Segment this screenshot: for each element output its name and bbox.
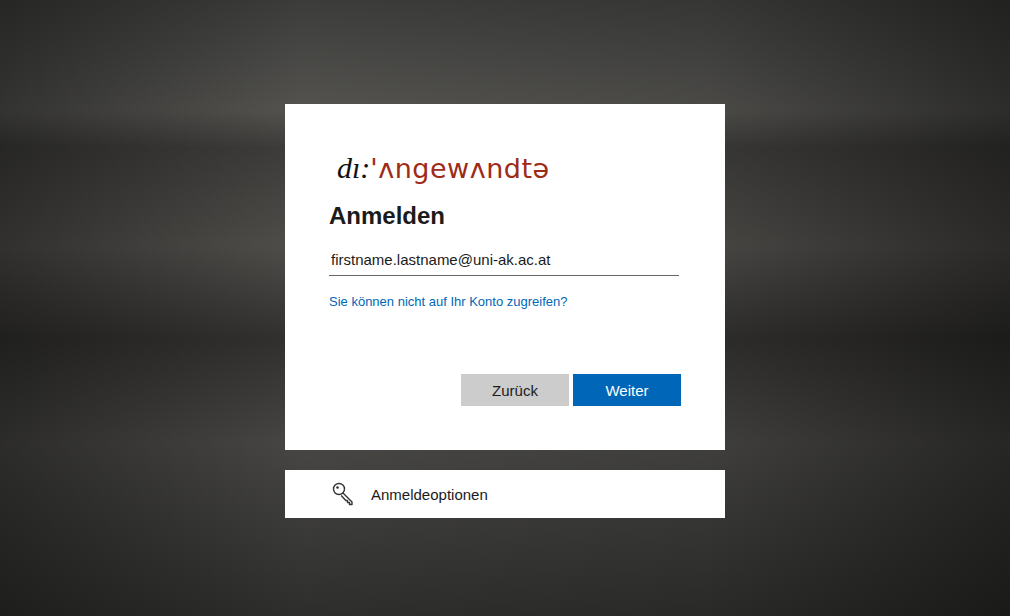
key-icon: [331, 481, 357, 507]
sign-in-options[interactable]: Anmeldeoptionen: [285, 470, 725, 518]
back-button[interactable]: Zurück: [461, 374, 569, 406]
button-row: ZurückWeiter: [329, 374, 681, 406]
email-input[interactable]: [329, 244, 679, 276]
page-title: Anmelden: [329, 200, 681, 232]
sign-in-card: dı:'ʌngewʌndtə Anmelden Sie können nicht a…: [285, 104, 725, 450]
next-button[interactable]: Weiter: [573, 374, 681, 406]
logo-name: 'ʌngewʌndtə: [370, 149, 549, 189]
logo-prefix: dı:: [337, 148, 370, 188]
university-logo: dı:'ʌngewʌndtə: [329, 148, 681, 188]
sign-in-options-label: Anmeldeoptionen: [371, 486, 488, 503]
account-help-link[interactable]: Sie können nicht auf Ihr Konto zugreifen…: [329, 294, 568, 310]
